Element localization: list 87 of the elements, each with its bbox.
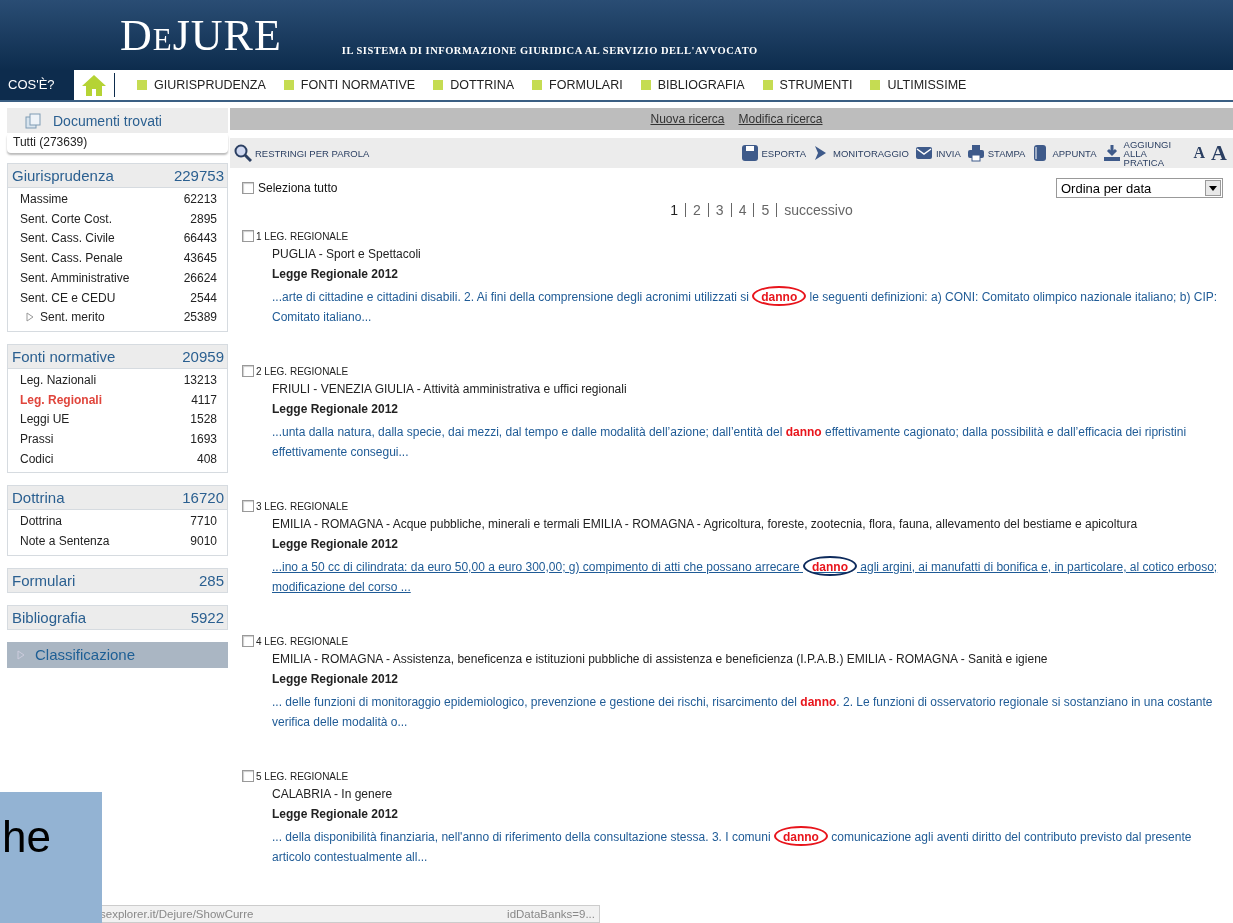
category-item[interactable]: Sent. Cass. Civile 66443 [8, 229, 227, 250]
checkbox[interactable] [242, 182, 254, 194]
toolbar-button[interactable]: MONITORAGGIO [812, 144, 909, 162]
category-item[interactable]: Massime 62213 [8, 190, 227, 210]
status-url: sexplorer.it/Dejure/ShowCurre [100, 908, 254, 920]
checkbox-label[interactable]: Seleziona tutto [258, 181, 338, 195]
result-title: PUGLIA - Sport e Spettacoli [272, 246, 422, 263]
category-item[interactable]: Prassi 1693 [8, 430, 227, 450]
font-smaller-button[interactable]: A [1193, 144, 1206, 162]
result-subtitle: Legge Regionale 2012 [272, 266, 400, 283]
logo[interactable]: DeJURE [120, 14, 282, 58]
category-header[interactable]: Giurisprudenza 229753 [7, 163, 228, 188]
category-item[interactable]: Codici 408 [8, 449, 227, 470]
nav-item[interactable]: FORMULARI [532, 78, 623, 92]
page-link[interactable]: 1 [663, 202, 686, 218]
sidebar-title: Documenti trovati [53, 112, 162, 129]
tagline: IL SISTEMA DI INFORMAZIONE GIURIDICA AL SERVIZIO DELL'AVVOCATO [341, 45, 758, 56]
category-item[interactable]: Sent. Amministrative 26624 [8, 268, 227, 289]
next-page-link[interactable]: successivo [777, 202, 860, 218]
checkbox[interactable] [242, 635, 254, 647]
toolbar-button[interactable]: AGGIUNGI ALLA PRATICA [1102, 139, 1184, 167]
nav-item[interactable]: FONTI NORMATIVE [283, 78, 416, 92]
result-title: EMILIA - ROMAGNA - Acque pubbliche, minerali e termali EMILIA - ROMAGNA - Agricoltura, foreste, zootecnia, flora, fauna, allevamento del bestiame e apicoltura [272, 516, 1139, 533]
category-item[interactable]: Sent. merito 25389 [8, 308, 227, 328]
envelope-icon[interactable] [914, 144, 933, 162]
category-item[interactable]: Leg. Regionali 4117 [8, 390, 227, 411]
page-link[interactable]: 3 [708, 202, 731, 218]
result-snippet[interactable]: ...arte di cittadine e cittadini disabili. 2. Ai fini della comprensione degli acronimi utilizzati si danno le seguenti definizioni: a) CONI: Comitato olimpico nazionale italiano; b) CIP: Comitato italiano... [272, 287, 1223, 327]
about-link[interactable]: COS'È? [0, 70, 74, 100]
category-item[interactable]: Note a Sentenza 9010 [8, 532, 227, 552]
result-type: 5 LEG. REGIONALE [256, 771, 349, 782]
search-icon[interactable] [234, 144, 252, 162]
checkbox[interactable] [242, 230, 254, 242]
documents-icon[interactable] [25, 112, 41, 129]
result-snippet[interactable]: ... delle funzioni di monitoraggio epidemiologico, prevenzione e gestione dei rischi, risarcimento del danno. 2. Le funzioni di osservatorio regionale si sostanziano in una costante verifica delle modalità o... [272, 692, 1223, 732]
page-link[interactable]: 5 [754, 202, 777, 218]
download-icon[interactable] [1102, 144, 1121, 162]
page-link[interactable]: 4 [731, 202, 754, 218]
checkbox[interactable] [242, 500, 254, 512]
status-url: idDataBanks=9... [507, 908, 595, 920]
checkbox[interactable] [242, 365, 254, 377]
category-header[interactable]: Formulari 285 [7, 567, 228, 593]
result-subtitle: Legge Regionale 2012 [272, 671, 400, 688]
save-icon[interactable] [740, 144, 759, 162]
all-tab[interactable]: Tutti (273639) [7, 133, 228, 153]
nav-item[interactable]: ULTIMISSIME [870, 78, 967, 92]
sort-dropdown[interactable]: Ordina per data [1056, 178, 1223, 198]
nav-item[interactable]: GIURISPRUDENZA [137, 78, 266, 92]
result-type: 2 LEG. REGIONALE [256, 366, 349, 377]
nav-item[interactable]: BIBLIOGRAFIA [640, 78, 745, 92]
result-title: FRIULI - VENEZIA GIULIA - Attività amministrativa e uffici regionali [272, 381, 628, 398]
page-link[interactable]: 2 [686, 202, 708, 218]
result-snippet[interactable]: ...ino a 50 cc di cilindrata: da euro 50,00 a euro 300,00; g) compimento di atti che possano arrecare danno agli argini, ai manufatti di bonifica e, in particolare, al cotico erboso; modificazione del corso ... [272, 557, 1223, 597]
nav-item[interactable]: DOTTRINA [433, 78, 515, 92]
result-snippet[interactable]: ...unta dalla natura, dalla specie, dai mezzi, dal tempo e dalle modalità dell’azione; dall’entità del danno effettivamente cagionato; dalla possibilità e dall’efficacia dei ripristini effettivamente consegui... [272, 422, 1223, 462]
slide-text: he [2, 812, 51, 862]
search-link[interactable]: Modifica ricerca [738, 112, 823, 126]
result-title: EMILIA - ROMAGNA - Assistenza, beneficenza e istituzioni pubbliche di assistenza e beneficienza (I.P.A.B.) EMILIA - ROMAGNA - Sanità e igiene [272, 651, 1049, 668]
result-type: 3 LEG. REGIONALE [256, 501, 349, 512]
result-snippet[interactable]: ... della disponibilità finanziaria, nell'anno di riferimento della consultazione stessa. 3. I comuni danno comunicazione agli aventi diritto del contributo previsto dal presente articolo contestualmente all... [272, 827, 1223, 867]
home-icon[interactable] [81, 74, 107, 96]
category-item[interactable]: Sent. CE e CEDU 2544 [8, 288, 227, 309]
category-item[interactable]: Sent. Cass. Penale 43645 [8, 249, 227, 269]
result-type: 1 LEG. REGIONALE [256, 231, 349, 242]
toolbar-button[interactable]: ESPORTA [740, 144, 807, 162]
toolbar-button[interactable]: STAMPA [966, 144, 1026, 162]
nav-item[interactable]: STRUMENTI [762, 78, 853, 92]
category-header[interactable]: Fonti normative 20959 [7, 343, 228, 369]
toolbar-button[interactable]: APPUNTA [1031, 144, 1097, 162]
result-title: CALABRIA - In genere [272, 786, 394, 803]
category-item[interactable]: Leg. Nazionali 13213 [8, 370, 227, 391]
result-subtitle: Legge Regionale 2012 [272, 536, 400, 553]
font-larger-button[interactable]: A [1211, 140, 1227, 166]
search-link[interactable]: Nuova ricerca [650, 112, 725, 126]
printer-icon[interactable] [966, 144, 985, 162]
category-item[interactable]: Sent. Corte Cost. 2895 [8, 209, 227, 230]
category-item[interactable]: Leggi UE 1528 [8, 410, 227, 431]
checkbox[interactable] [242, 770, 254, 782]
result-subtitle: Legge Regionale 2012 [272, 401, 400, 418]
toolbar-button[interactable]: INVIA [914, 144, 961, 162]
result-subtitle: Legge Regionale 2012 [272, 806, 400, 823]
filter-button[interactable]: RESTRINGI PER PAROLA [234, 144, 370, 162]
expand-triangle-icon[interactable] [26, 312, 34, 323]
category-header[interactable]: Bibliografia 5922 [7, 604, 228, 630]
category-item[interactable]: Dottrina 7710 [8, 512, 227, 533]
result-type: 4 LEG. REGIONALE [256, 636, 349, 647]
category-header[interactable]: Dottrina 16720 [7, 485, 228, 511]
